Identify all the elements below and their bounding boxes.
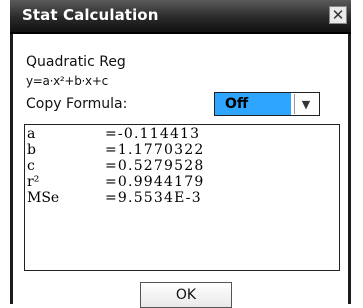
result-key: a bbox=[27, 126, 36, 142]
result-key: MSe bbox=[27, 190, 60, 206]
regression-type: Quadratic Reg bbox=[26, 54, 126, 70]
dialog-content: Quadratic Reg y=a·x²+b·x+c Copy Formula:… bbox=[20, 36, 345, 308]
result-value: =0.9944179 bbox=[105, 174, 205, 190]
regression-formula: y=a·x²+b·x+c bbox=[26, 74, 108, 88]
frame-left bbox=[10, 0, 13, 304]
dropdown-arrow-icon[interactable]: ▼ bbox=[294, 94, 317, 114]
result-value: =1.1770322 bbox=[105, 142, 205, 158]
result-value: =9.5534E-3 bbox=[105, 190, 202, 206]
dialog-title: Stat Calculation bbox=[22, 6, 159, 24]
results-list: a =-0.114413 b =1.1770322 c =0.5279528 r… bbox=[24, 124, 340, 271]
result-value: =0.5279528 bbox=[105, 158, 205, 174]
stat-calculation-dialog: Stat Calculation ✕ Quadratic Reg y=a·x²+… bbox=[0, 0, 363, 308]
result-key: c bbox=[27, 158, 35, 174]
copy-formula-label: Copy Formula: bbox=[26, 96, 128, 112]
result-value: =-0.114413 bbox=[105, 126, 201, 142]
copy-formula-dropdown[interactable]: Off ▼ bbox=[214, 92, 320, 116]
title-bar: Stat Calculation ✕ bbox=[10, 0, 351, 34]
frame-right bbox=[348, 0, 351, 304]
ok-button[interactable]: OK bbox=[140, 282, 232, 308]
copy-formula-value: Off bbox=[215, 93, 291, 115]
close-button[interactable]: ✕ bbox=[329, 6, 347, 24]
result-key: b bbox=[27, 142, 36, 158]
result-key: r² bbox=[27, 174, 40, 190]
close-icon: ✕ bbox=[331, 5, 345, 24]
